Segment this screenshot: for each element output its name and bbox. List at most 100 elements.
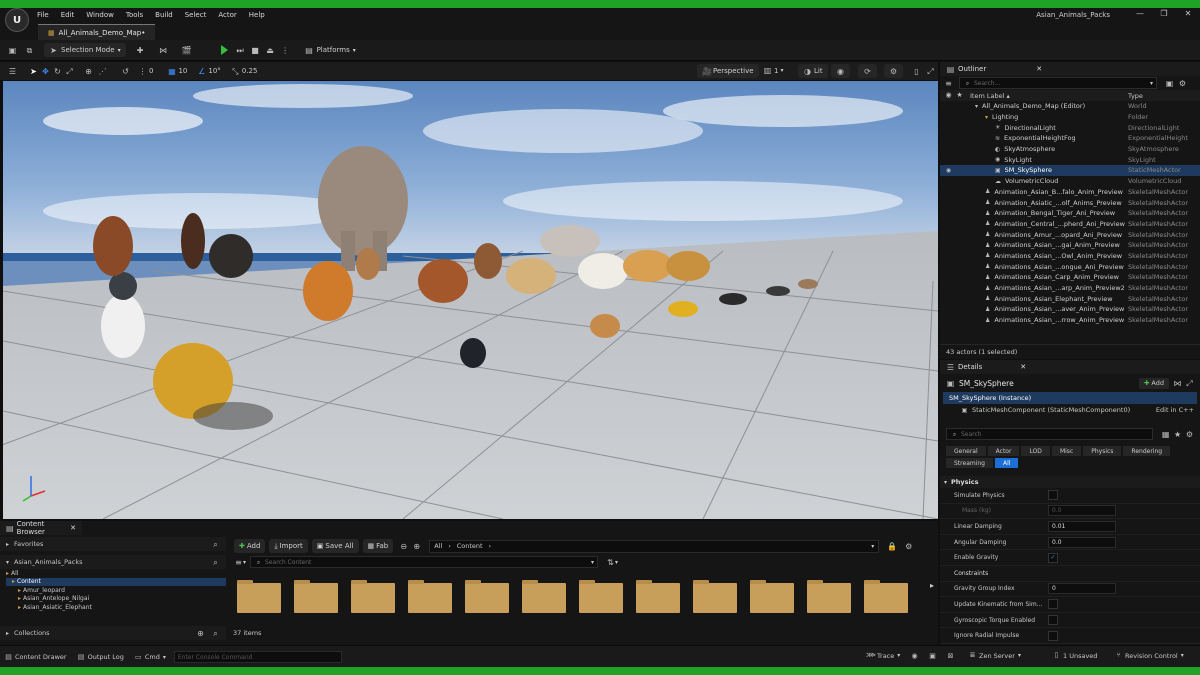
- search-icon[interactable]: ⌕: [211, 540, 220, 549]
- tree-item[interactable]: ▸ All: [6, 569, 226, 578]
- outliner-row[interactable]: ♟ Animations_Asian_...Owl_Anim_Preview Ske…: [940, 251, 1200, 262]
- document-tab[interactable]: ▦ All_Animals_Demo_Map•: [38, 24, 156, 41]
- visibility-toggle-icon[interactable]: [944, 316, 953, 325]
- unsaved-button[interactable]: ▯ 1 Unsaved: [1052, 651, 1098, 660]
- tree-item[interactable]: ▸ Asian_Antelope_Nilgai: [6, 595, 226, 604]
- gear-icon[interactable]: ⚙: [904, 542, 913, 551]
- favorites-header[interactable]: ▸ Favorites ⌕: [0, 537, 226, 551]
- breadcrumb-content[interactable]: Content: [457, 542, 483, 550]
- outliner-row[interactable]: ♟ Animation_Asiatic_...olf_Anims_Preview S…: [940, 197, 1200, 208]
- search-icon[interactable]: ⌕: [211, 558, 220, 567]
- rotate-tool-icon[interactable]: ↻: [53, 67, 62, 76]
- folder-tile[interactable]: [750, 580, 794, 613]
- category-general[interactable]: General: [946, 446, 986, 456]
- surface-snap-icon[interactable]: ⋰: [98, 67, 107, 76]
- visibility-toggle-icon[interactable]: [944, 102, 953, 111]
- content-browser-tab[interactable]: ▤ Content Browser ✕: [0, 520, 82, 536]
- grid-snap-value[interactable]: 10: [178, 67, 187, 75]
- category-lod[interactable]: LOD: [1021, 446, 1050, 456]
- menu-edit[interactable]: Edit: [61, 11, 75, 19]
- visibility-toggle-icon[interactable]: [944, 134, 953, 143]
- details-search-input[interactable]: ⌕ Search: [946, 428, 1154, 440]
- outliner-row[interactable]: ♟ Animation_Central_...pherd_Ani_Preview S…: [940, 219, 1200, 230]
- visibility-toggle-icon[interactable]: [944, 241, 953, 250]
- folder-tile[interactable]: [294, 580, 338, 613]
- visibility-toggle-icon[interactable]: [944, 113, 953, 122]
- cinematics-icon[interactable]: 🎬: [182, 46, 192, 55]
- filter-icon[interactable]: ≡: [944, 79, 953, 88]
- chevron-down-icon[interactable]: ▾: [871, 543, 874, 550]
- select-tool-icon[interactable]: ➤: [29, 67, 38, 76]
- more-options-icon[interactable]: ⋮: [281, 46, 290, 55]
- content-search-input[interactable]: ⌕ Search Content ▾: [250, 556, 599, 568]
- rotation-snap-value[interactable]: 0: [149, 67, 153, 75]
- menu-window[interactable]: Window: [86, 11, 114, 19]
- blueprint-icon[interactable]: ⋈: [159, 46, 168, 55]
- property-checkbox[interactable]: [1048, 630, 1058, 641]
- category-physics[interactable]: Physics: [1083, 446, 1122, 456]
- maximize-icon[interactable]: ❐: [1152, 9, 1176, 18]
- menu-help[interactable]: Help: [249, 11, 265, 19]
- sort-icon[interactable]: ⇅: [606, 558, 615, 567]
- outliner-row[interactable]: ♟ Animations_Asian_...gai_Anim_Preview Ske…: [940, 240, 1200, 251]
- folder-tile[interactable]: [807, 580, 851, 613]
- notifications-icon[interactable]: ⊠: [946, 652, 955, 661]
- camera-speed[interactable]: ▥ 1 ▾: [763, 66, 784, 75]
- folder-tile[interactable]: [351, 580, 395, 613]
- outliner-row[interactable]: ♟ Animation_Asian_B...falo_Anim_Preview Sk…: [940, 187, 1200, 198]
- back-icon[interactable]: ⊖: [399, 542, 408, 551]
- more-icon[interactable]: ⤢: [1185, 379, 1194, 388]
- tree-item[interactable]: ▸ Asian_Asiatic_Elephant: [6, 603, 226, 612]
- outliner-row[interactable]: ♟ Animations_Amur_...opard_Ani_Preview Ske…: [940, 229, 1200, 240]
- trace-dropdown[interactable]: ⋙ Trace ▾: [866, 651, 900, 660]
- scroll-right-icon[interactable]: ▸: [930, 581, 934, 590]
- visibility-toggle-icon[interactable]: [944, 209, 953, 218]
- visibility-toggle-icon[interactable]: [944, 273, 953, 282]
- add-folder-icon[interactable]: ▣: [1165, 79, 1174, 88]
- category-rendering[interactable]: Rendering: [1123, 446, 1171, 456]
- visibility-toggle-icon[interactable]: [944, 251, 953, 260]
- eject-icon[interactable]: ⏏: [266, 46, 275, 55]
- unreal-logo[interactable]: U: [5, 8, 29, 32]
- forward-icon[interactable]: ⊕: [412, 542, 421, 551]
- viewport-options-icon[interactable]: ☰: [8, 67, 17, 76]
- outliner-row[interactable]: ♟ Animations_Asian_Elephant_Preview Skelet…: [940, 293, 1200, 304]
- property-value-field[interactable]: 0.0: [1048, 536, 1116, 548]
- play-icon[interactable]: [220, 45, 228, 55]
- eye-icon[interactable]: ◉: [944, 166, 953, 175]
- property-value-field[interactable]: 0.0: [1048, 505, 1116, 517]
- step-icon[interactable]: ⏭: [236, 46, 245, 55]
- minimize-icon[interactable]: —: [1128, 9, 1152, 18]
- selection-mode-dropdown[interactable]: ➤ Selection Mode ▾: [44, 43, 126, 57]
- grid-snap-icon[interactable]: ⋮: [138, 67, 147, 76]
- show-flags-button[interactable]: ◉: [831, 64, 850, 78]
- viewport-settings-button[interactable]: ⚙: [884, 64, 903, 78]
- gear-icon[interactable]: ⚙: [1178, 79, 1187, 88]
- eye-icon[interactable]: ◉: [944, 91, 953, 100]
- outliner-row[interactable]: ▾ Lighting Folder: [940, 112, 1200, 123]
- add-button[interactable]: ✚ Add: [234, 539, 266, 553]
- realtime-button[interactable]: ⟳: [858, 64, 877, 78]
- outliner-row[interactable]: ♟ Animations_Asian_Carp_Anim_Preview Skele…: [940, 272, 1200, 283]
- property-checkbox[interactable]: [1048, 599, 1058, 610]
- star-icon[interactable]: ★: [1173, 430, 1182, 439]
- close-icon[interactable]: ✕: [1176, 9, 1200, 18]
- lock-icon[interactable]: 🔒: [887, 542, 897, 551]
- folder-tile[interactable]: [579, 580, 623, 613]
- menu-file[interactable]: File: [37, 11, 49, 19]
- property-value-field[interactable]: 0: [1048, 583, 1116, 595]
- edit-in-cpp-link[interactable]: Edit in C++: [1156, 406, 1194, 414]
- filter-icon[interactable]: ≡: [234, 558, 243, 567]
- outliner-row[interactable]: ♟ Animations_Asian_...arp_Anim_Preview2 Sk…: [940, 283, 1200, 294]
- search-icon[interactable]: ⌕: [211, 629, 220, 638]
- category-misc[interactable]: Misc: [1051, 446, 1082, 456]
- column-type[interactable]: Type: [1128, 92, 1143, 100]
- cmd-dropdown[interactable]: ▭ Cmd ▾: [134, 653, 166, 662]
- visibility-toggle-icon[interactable]: [944, 145, 953, 154]
- category-streaming[interactable]: Streaming: [946, 458, 993, 468]
- folder-tile[interactable]: [237, 580, 281, 613]
- maximize-viewport-icon[interactable]: ⤢: [926, 67, 935, 76]
- add-actor-icon[interactable]: ✚: [136, 46, 145, 55]
- translate-tool-icon[interactable]: ✥: [41, 67, 50, 76]
- outliner-row[interactable]: ≋ ExponentialHeightFog ExponentialHeight: [940, 133, 1200, 144]
